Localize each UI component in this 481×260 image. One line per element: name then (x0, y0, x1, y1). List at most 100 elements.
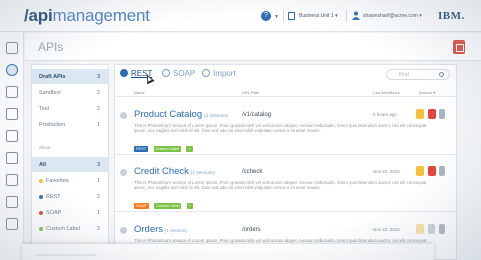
api-tags: REST Custom Label + (134, 137, 194, 155)
show-count: 1 (96, 210, 100, 216)
api-url: /ccheck (242, 169, 263, 175)
home-icon[interactable] (6, 42, 18, 54)
show-favorites[interactable]: Favorites 1 (32, 173, 108, 188)
search-icon[interactable] (439, 72, 444, 77)
tag-soap: SOAP (134, 203, 149, 209)
clone-icon[interactable] (428, 224, 435, 234)
show-count: 3 (96, 162, 100, 168)
analytics-icon[interactable] (6, 152, 18, 164)
filter-count: 2 (96, 90, 100, 96)
table-row[interactable]: Product Catalog (3 Versions) /v1/catalog … (115, 109, 456, 155)
tag-custom-label[interactable]: Custom Label (153, 146, 182, 152)
trash-icon[interactable] (439, 224, 445, 234)
tab-soap[interactable]: SOAP (162, 69, 195, 78)
api-list-panel: REST SOAP Import Find Name URL Path Last… (114, 64, 457, 260)
plus-circle-icon (162, 69, 170, 77)
column-actions[interactable]: Actions ▾ (419, 90, 435, 95)
column-name[interactable]: Name (134, 90, 145, 95)
filter-draft-apis[interactable]: Draft APIs 3 (32, 69, 108, 84)
row-select[interactable] (120, 227, 127, 234)
top-bar: /apimanagement ? ▼ Business Unit 1 ▾ sha… (0, 0, 481, 32)
trash-icon[interactable] (439, 166, 445, 176)
products-icon[interactable] (6, 86, 18, 98)
documents-icon[interactable] (6, 130, 18, 142)
business-unit-selector[interactable]: Business Unit 1 ▾ (299, 13, 338, 19)
delete-button[interactable] (453, 40, 465, 54)
search-placeholder: Find (399, 72, 409, 78)
apis-icon[interactable] (6, 64, 18, 76)
tab-import[interactable]: Import (202, 69, 236, 78)
show-count: 2 (96, 194, 100, 200)
import-icon (202, 69, 210, 77)
api-description: This is Photoshop's version of Lorem Ips… (134, 180, 427, 191)
star-icon (39, 178, 43, 183)
brand-logo[interactable]: /apimanagement (24, 6, 150, 26)
show-custom-label[interactable]: Custom Label 2 (32, 221, 108, 236)
show-rest[interactable]: REST 2 (32, 189, 108, 204)
create-tabs: REST SOAP Import Find (115, 65, 456, 85)
settings-icon[interactable] (6, 218, 18, 230)
tag-rest: REST (134, 146, 149, 152)
api-tags: SOAP Custom Label + (134, 194, 194, 212)
show-count: 2 (96, 226, 100, 232)
user-icon (352, 11, 360, 20)
mouse-cursor-icon (143, 72, 155, 85)
ibm-logo: IBM. (438, 10, 465, 22)
chevron-down-icon[interactable]: ▼ (274, 14, 279, 20)
show-label: REST (46, 194, 61, 200)
row-select[interactable] (120, 169, 127, 176)
rest-dot-icon (39, 194, 43, 199)
shield-icon[interactable] (428, 166, 436, 176)
show-all[interactable]: All 3 (32, 157, 108, 172)
tag-custom-label[interactable]: Custom Label (154, 203, 182, 209)
show-label: SOAP (46, 210, 62, 216)
user-menu[interactable]: shawnsharif@acme.com ▾ (363, 13, 422, 19)
api-url: /orders (242, 227, 261, 233)
filter-panel: Draft APIs 3 Sandbox 2 Test 2 Production… (31, 64, 109, 260)
api-modified: Nov 22, 2015 (373, 169, 400, 174)
filter-test[interactable]: Test 2 (32, 101, 108, 116)
help-icon[interactable]: ? (261, 11, 271, 21)
business-unit-icon (288, 12, 295, 20)
shield-icon[interactable] (428, 109, 436, 119)
show-label: Custom Label (46, 226, 80, 232)
column-modified[interactable]: Last Modified ▸ (373, 90, 400, 95)
filter-label: Sandbox (39, 90, 61, 96)
filter-sandbox[interactable]: Sandbox 2 (32, 85, 108, 100)
show-count: 1 (96, 178, 100, 184)
filter-label: Draft APIs (39, 74, 66, 80)
table-row[interactable]: Credit Check (2 Versions) /ccheck Nov 22,… (115, 166, 456, 212)
filter-count: 1 (96, 122, 100, 128)
page-header: APIs (25, 33, 481, 61)
api-name-link[interactable]: Orders (1 Version) (134, 224, 187, 235)
row-select[interactable] (120, 112, 127, 119)
catalog-icon[interactable] (6, 108, 18, 120)
plus-circle-icon (120, 69, 128, 77)
add-tag-button[interactable]: + (186, 203, 194, 209)
column-url[interactable]: URL Path (242, 90, 259, 95)
nav-rail (0, 32, 24, 260)
tab-label: Import (213, 69, 236, 78)
filter-production[interactable]: Production 1 (32, 117, 108, 132)
show-label: Favorites (46, 178, 69, 184)
show-heading: Show (39, 145, 51, 150)
show-soap[interactable]: SOAP 1 (32, 205, 108, 220)
favorite-star-icon[interactable] (416, 224, 424, 234)
apps-icon[interactable] (6, 196, 18, 208)
api-name-link[interactable]: Product Catalog (3 Versions) (134, 109, 228, 120)
favorite-star-icon[interactable] (416, 166, 424, 176)
divider (346, 10, 347, 22)
page-title: APIs (38, 40, 64, 54)
trash-icon[interactable] (439, 109, 445, 119)
users-icon[interactable] (6, 174, 18, 186)
api-url: /v1/catalog (242, 112, 272, 118)
api-name-link[interactable]: Credit Check (2 Versions) (134, 166, 215, 177)
api-description: This is Photoshop's version of Lorem Ips… (134, 123, 427, 134)
filter-label: Test (39, 106, 50, 112)
divider (283, 10, 284, 22)
app-window: /apimanagement ? ▼ Business Unit 1 ▾ sha… (0, 0, 481, 260)
search-input[interactable]: Find (386, 69, 450, 80)
tab-label: SOAP (173, 69, 196, 78)
favorite-star-icon[interactable] (416, 109, 424, 119)
add-tag-button[interactable]: + (186, 146, 193, 152)
